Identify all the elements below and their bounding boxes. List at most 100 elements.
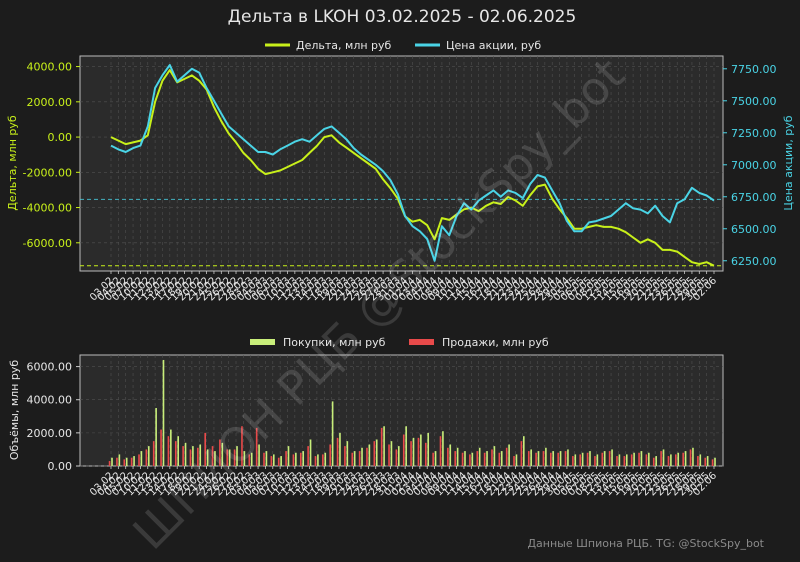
buy-bar	[677, 452, 680, 466]
buy-bar	[648, 452, 650, 466]
sell-bar	[439, 436, 442, 466]
right-tick-label: 6500.00	[731, 223, 777, 236]
buy-bar	[280, 456, 282, 466]
buy-bar	[324, 452, 327, 466]
buy-bar	[670, 454, 672, 466]
sell-bar	[358, 451, 361, 466]
sell-bar	[623, 456, 626, 466]
buy-bar	[523, 436, 525, 466]
buy-bar	[625, 454, 628, 466]
sell-bar	[505, 447, 508, 466]
left-tick-label: 0.00	[48, 131, 73, 144]
left-tick-label: -6000.00	[23, 237, 72, 250]
volume-axis-label: Объёмы, млн руб	[8, 360, 21, 460]
buy-bar	[140, 451, 143, 466]
sell-bar	[586, 452, 589, 466]
sell-bar	[329, 444, 332, 466]
sell-bar	[697, 456, 699, 466]
sell-bar	[520, 441, 523, 466]
sell-bar	[535, 452, 537, 466]
sell-bar	[461, 452, 464, 466]
sell-bar	[527, 451, 530, 466]
buy-bar	[272, 454, 275, 466]
sell-bar	[402, 434, 405, 466]
sell-bar	[454, 451, 457, 466]
buy-bar	[111, 457, 113, 466]
sell-bar	[667, 456, 670, 466]
sell-bar	[601, 452, 604, 466]
buy-bar	[611, 449, 613, 466]
buy-bar	[515, 454, 518, 466]
buy-bar	[581, 452, 584, 466]
right-tick-label: 6750.00	[731, 191, 777, 204]
buy-bar	[434, 451, 437, 466]
buy-bar	[147, 446, 150, 466]
volume-panel: 6000.004000.002000.000.00 03.0204.0205.0…	[8, 354, 724, 498]
left-tick-label: 4000.00	[27, 61, 73, 74]
buy-bar	[552, 451, 555, 466]
sell-bar	[285, 451, 287, 466]
right-tick-label: 6250.00	[731, 255, 777, 268]
volume-tick-label: 2000.00	[27, 427, 73, 440]
figure-title: Дельта в LKOH 03.02.2025 - 02.06.2025	[228, 7, 577, 27]
sell-bar	[424, 442, 427, 466]
sell-bar	[299, 452, 302, 466]
buy-bar	[405, 426, 407, 466]
buy-bar	[302, 451, 305, 466]
sell-bar	[344, 446, 346, 466]
sell-bar	[410, 441, 412, 466]
sell-bar	[138, 454, 140, 466]
buy-bar	[464, 451, 466, 466]
sell-bar	[675, 454, 677, 466]
sell-bar	[682, 452, 684, 466]
buy-bar	[456, 447, 459, 466]
buy-bar	[346, 441, 349, 466]
sell-bar	[167, 436, 170, 466]
buy-bar	[287, 446, 290, 466]
right-tick-label: 7500.00	[731, 95, 777, 108]
buy-bar	[574, 454, 577, 466]
buy-bar	[368, 444, 371, 466]
buy-bar	[471, 452, 474, 466]
buy-bar	[442, 431, 444, 466]
volume-tick-label: 6000.00	[27, 361, 73, 374]
buy-bar	[692, 447, 694, 466]
buy-bar	[640, 451, 643, 466]
right-tick-label: 7250.00	[731, 127, 777, 140]
buy-bar	[714, 457, 716, 466]
buy-bar	[331, 401, 334, 466]
buy-bar	[530, 449, 532, 466]
buy-bar	[684, 451, 687, 466]
sell-bar	[557, 452, 559, 466]
buy-bar	[420, 434, 422, 466]
sell-bar	[711, 459, 714, 466]
sell-bar	[594, 456, 596, 466]
sell-bar	[432, 452, 434, 466]
legend-sell-label: Продажи, млн руб	[442, 336, 549, 349]
volume-tick-label: 0.00	[48, 460, 73, 473]
sell-bar	[123, 459, 126, 466]
sell-bar	[395, 449, 398, 466]
sell-bar	[417, 437, 420, 466]
buy-bar	[295, 452, 297, 466]
buy-bar	[155, 408, 157, 466]
sell-bar	[630, 454, 633, 466]
legend-price-label: Цена акции, руб	[446, 39, 541, 52]
buy-bar	[397, 446, 400, 466]
buy-bar	[655, 456, 657, 466]
buy-bar	[633, 452, 635, 466]
sell-bar	[351, 452, 354, 466]
sell-bar	[616, 456, 618, 466]
buy-bar	[170, 429, 172, 466]
sell-bar	[336, 437, 339, 466]
sell-bar	[483, 452, 486, 466]
sell-bar	[292, 454, 295, 466]
chart-canvas: Дельта в LKOH 03.02.2025 - 02.06.2025 Де…	[0, 0, 800, 560]
buy-bar	[545, 447, 547, 466]
sell-bar	[116, 457, 118, 466]
sell-bar	[689, 449, 692, 466]
footer-note: Данные Шпиона РЦБ. TG: @StockSpy_bot	[527, 537, 764, 550]
buy-bar	[500, 451, 503, 466]
sell-bar	[550, 452, 552, 466]
sell-bar	[447, 447, 449, 466]
